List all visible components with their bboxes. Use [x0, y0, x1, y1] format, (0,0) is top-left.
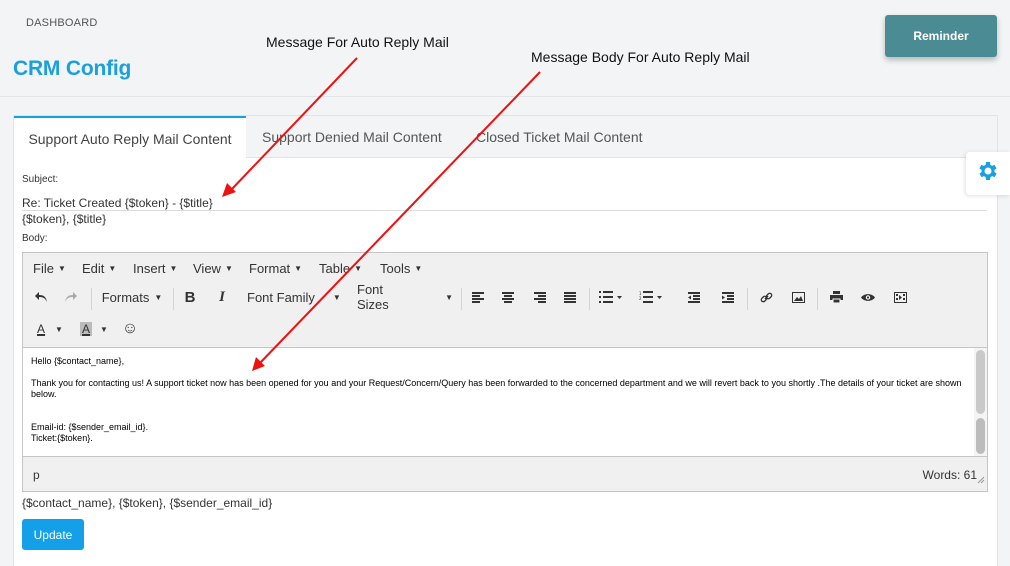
align-center-icon[interactable]	[497, 285, 519, 309]
toolbar-divider	[747, 288, 748, 310]
settings-toggle[interactable]	[966, 152, 1010, 195]
breadcrumb[interactable]: DASHBOARD	[26, 17, 97, 29]
ticket-line: Ticket:{$token}.	[31, 433, 93, 443]
editor-scrollbar[interactable]	[974, 347, 987, 457]
scrollbar-thumb[interactable]	[976, 418, 985, 454]
text-color-dropdown[interactable]: A ▼	[33, 317, 67, 341]
media-icon[interactable]	[889, 285, 911, 309]
toolbar-divider	[461, 288, 462, 310]
emoticon-icon[interactable]: ☺	[119, 317, 141, 341]
menu-view-label: View	[193, 261, 221, 276]
page-title: CRM Config	[13, 57, 132, 80]
body-label: Body:	[22, 233, 48, 244]
toolbar-divider	[173, 288, 174, 310]
caret-down-icon: ▼	[224, 264, 233, 273]
editor-statusbar: p Words: 61	[23, 458, 987, 491]
indent-icon[interactable]	[717, 285, 739, 309]
menu-tools-label: Tools	[380, 261, 411, 276]
numbered-list-icon[interactable]: 12	[635, 285, 667, 309]
page-header: DASHBOARD CRM Config Reminder	[0, 0, 1010, 97]
menu-file[interactable]: File ▼	[33, 261, 66, 276]
greeting-text: Hello {$contact_name},	[31, 356, 125, 366]
caret-down-icon: ▼	[55, 324, 63, 334]
body-paragraph: Thank you for contacting us! A support t…	[31, 378, 962, 399]
email-line: Email-id: {$sender_email_id}.	[31, 422, 149, 432]
scrollbar-track-upper	[976, 350, 985, 414]
menu-file-label: File	[33, 261, 54, 276]
resize-handle-icon[interactable]	[977, 471, 985, 489]
undo-icon[interactable]	[31, 285, 51, 309]
caret-down-icon: ▼	[445, 292, 453, 302]
caret-down-icon: ▼	[414, 264, 423, 273]
italic-icon[interactable]: I	[211, 285, 233, 309]
caret-down-icon: ▼	[332, 292, 341, 302]
menu-view[interactable]: View ▼	[193, 261, 233, 276]
menu-format[interactable]: Format ▼	[249, 261, 302, 276]
menu-table-label: Table	[319, 261, 351, 276]
tab-support-auto-reply[interactable]: Support Auto Reply Mail Content	[14, 116, 246, 159]
background-color-dropdown[interactable]: A ▼	[77, 317, 111, 341]
body-placeholders: {$contact_name}, {$token}, {$sender_emai…	[22, 496, 273, 510]
editor-menubar: File ▼ Edit ▼ Insert ▼ View ▼ Format ▼ Table ▼…	[23, 253, 987, 283]
align-left-icon[interactable]	[467, 285, 489, 309]
editor-content[interactable]: Hello {$contact_name}, Thank you for con…	[23, 347, 974, 457]
gear-icon	[976, 159, 1000, 188]
caret-down-icon: ▼	[169, 264, 178, 273]
print-icon[interactable]	[825, 285, 847, 309]
formats-label: Formats	[101, 289, 150, 305]
toolbar-divider	[817, 288, 818, 310]
formats-dropdown[interactable]: Formats ▼	[97, 285, 167, 309]
word-count: Words: 61	[922, 468, 977, 482]
menu-edit[interactable]: Edit ▼	[82, 261, 116, 276]
menu-insert[interactable]: Insert ▼	[133, 261, 177, 276]
menu-tools[interactable]: Tools ▼	[380, 261, 422, 276]
text-color-icon: A	[37, 322, 46, 336]
subject-input[interactable]	[22, 195, 987, 211]
menu-edit-label: Edit	[82, 261, 105, 276]
link-icon[interactable]	[755, 285, 777, 309]
align-right-icon[interactable]	[529, 285, 551, 309]
preview-eye-icon[interactable]	[857, 285, 879, 309]
font-sizes-label: Font Sizes	[357, 282, 389, 312]
bullet-list-icon[interactable]	[595, 285, 627, 309]
tab-support-denied[interactable]: Support Denied Mail Content	[262, 116, 447, 158]
caret-down-icon: ▼	[294, 264, 303, 273]
toolbar-divider	[91, 288, 92, 310]
rich-text-editor: File ▼ Edit ▼ Insert ▼ View ▼ Format ▼ Table ▼…	[22, 252, 988, 492]
font-family-dropdown[interactable]: Font Family ▼	[243, 285, 343, 309]
svg-text:2: 2	[639, 296, 642, 301]
menu-format-label: Format	[249, 261, 291, 276]
caret-down-icon: ▼	[354, 264, 362, 273]
subject-placeholders: {$token}, {$title}	[22, 212, 107, 226]
caret-down-icon: ▼	[100, 324, 108, 334]
redo-icon[interactable]	[61, 285, 81, 309]
toolbar-divider	[589, 288, 590, 310]
bold-icon[interactable]: B	[179, 285, 201, 309]
menu-table[interactable]: Table ▼	[319, 261, 362, 276]
annotation-subject-note: Message For Auto Reply Mail	[266, 34, 449, 50]
subject-label: Subject:	[22, 174, 59, 185]
caret-down-icon: ▼	[154, 292, 163, 302]
font-family-label: Font Family	[247, 289, 315, 305]
menu-insert-label: Insert	[133, 261, 166, 276]
update-button[interactable]: Update	[22, 519, 84, 550]
tab-bar: Support Auto Reply Mail Content Support …	[14, 116, 997, 159]
tab-closed-ticket[interactable]: Closed Ticket Mail Content	[476, 116, 656, 158]
outdent-icon[interactable]	[683, 285, 705, 309]
editor-toolbar: Formats ▼ B I Font Family ▼ Font Sizes ▼ 12	[23, 282, 987, 315]
image-icon[interactable]	[787, 285, 809, 309]
caret-down-icon: ▼	[108, 264, 117, 273]
editor-toolbar-2: A ▼ A ▼ ☺	[23, 317, 987, 345]
element-path[interactable]: p	[33, 468, 40, 482]
caret-down-icon: ▼	[57, 264, 66, 273]
annotation-body-note: Message Body For Auto Reply Mail	[531, 49, 750, 65]
align-justify-icon[interactable]	[559, 285, 581, 309]
reminder-button[interactable]: Reminder	[885, 15, 997, 57]
font-size-dropdown[interactable]: Font Sizes ▼	[353, 282, 453, 312]
highlight-color-icon: A	[80, 322, 93, 336]
